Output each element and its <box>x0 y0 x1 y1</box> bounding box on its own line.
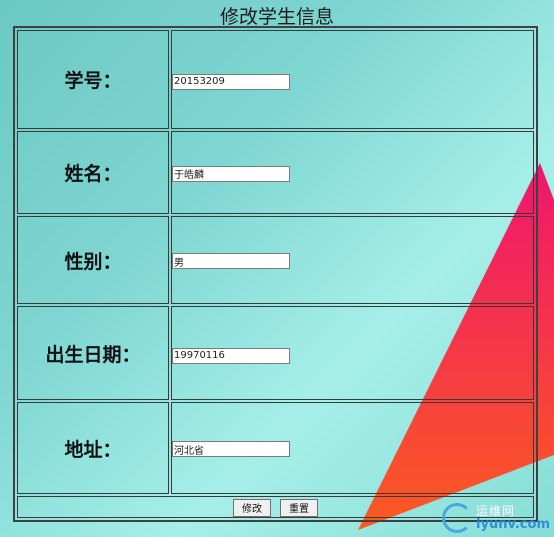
watermark: 运维网 iyunv.com <box>442 503 550 533</box>
student-id-input[interactable] <box>172 73 290 90</box>
name-label: 姓名： <box>17 131 169 215</box>
watermark-domain: iyunv.com <box>476 517 550 532</box>
watermark-brand: 运维网 <box>476 504 516 518</box>
form-row-student-id: 学号： <box>17 30 534 130</box>
page-title: 修改学生信息 <box>219 6 334 28</box>
form-row-name: 姓名： <box>17 131 534 215</box>
form-row-address: 地址： <box>17 402 534 495</box>
birthdate-label: 出生日期： <box>17 306 169 401</box>
watermark-logo-icon <box>442 503 473 533</box>
student-edit-form: 学号： 姓名： 性别： 出生日期： 地址： 修改 重置 <box>13 26 538 522</box>
reset-button[interactable]: 重置 <box>280 498 319 517</box>
submit-button[interactable]: 修改 <box>232 498 271 517</box>
form-row-gender: 性别： <box>17 216 534 305</box>
student-id-label: 学号： <box>17 30 169 130</box>
form-row-birthdate: 出生日期： <box>17 306 534 401</box>
gender-input[interactable] <box>172 253 290 270</box>
birthdate-input[interactable] <box>172 347 290 364</box>
name-input[interactable] <box>172 165 290 182</box>
gender-label: 性别： <box>17 216 169 305</box>
address-input[interactable] <box>172 441 290 458</box>
address-label: 地址： <box>17 402 169 495</box>
